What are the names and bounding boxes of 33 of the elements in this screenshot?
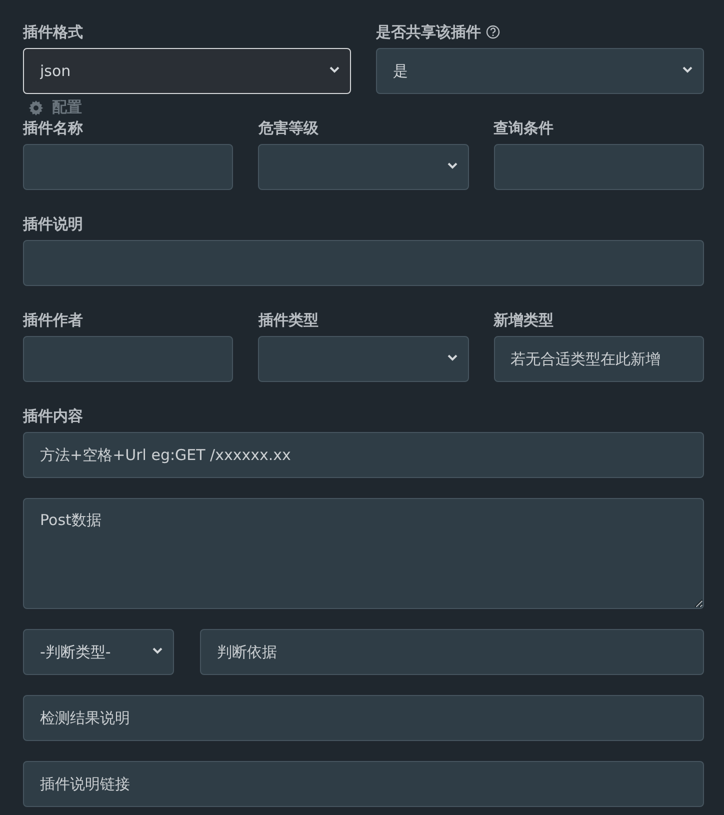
chevron-down-icon xyxy=(446,162,458,170)
input-field[interactable]: 若无合适类型在此新增 xyxy=(494,336,704,382)
input-field[interactable] xyxy=(23,336,234,382)
dropdown[interactable]: 是 xyxy=(376,48,704,94)
input-field[interactable] xyxy=(23,144,234,190)
help-icon[interactable] xyxy=(486,25,500,39)
text-area[interactable]: Post数据 xyxy=(23,498,704,609)
dropdown[interactable]: -判断类型- xyxy=(23,629,174,675)
input-field[interactable]: 检测结果说明 xyxy=(23,695,704,741)
field-label: 插件类型 xyxy=(258,310,318,330)
input-field[interactable] xyxy=(494,144,704,190)
gear-icon xyxy=(28,100,44,116)
config-label: 配置 xyxy=(52,98,82,117)
chevron-down-icon xyxy=(446,354,458,362)
field-label: 插件内容 xyxy=(23,406,83,426)
field-label: 插件名称 xyxy=(23,118,83,138)
field-label: 插件作者 xyxy=(23,310,83,330)
field-label: 新增类型 xyxy=(494,310,554,330)
input-field[interactable]: 判断依据 xyxy=(200,629,704,675)
field-label: 危害等级 xyxy=(258,118,318,138)
chevron-down-icon xyxy=(682,66,693,74)
input-field[interactable]: 方法+空格+Url eg:GET /xxxxxx.xx xyxy=(23,432,704,478)
dropdown[interactable] xyxy=(258,336,469,382)
chevron-down-icon xyxy=(152,647,163,655)
chevron-down-icon xyxy=(329,66,340,74)
dropdown[interactable]: json xyxy=(23,48,351,94)
field-label: 插件说明 xyxy=(23,214,83,234)
input-field[interactable]: 插件说明链接 xyxy=(23,761,704,807)
dropdown[interactable] xyxy=(258,144,469,190)
field-label: 插件格式 xyxy=(23,22,83,42)
field-label: 查询条件 xyxy=(494,118,554,138)
field-label: 是否共享该插件 xyxy=(376,22,481,42)
input-field[interactable] xyxy=(23,240,704,286)
